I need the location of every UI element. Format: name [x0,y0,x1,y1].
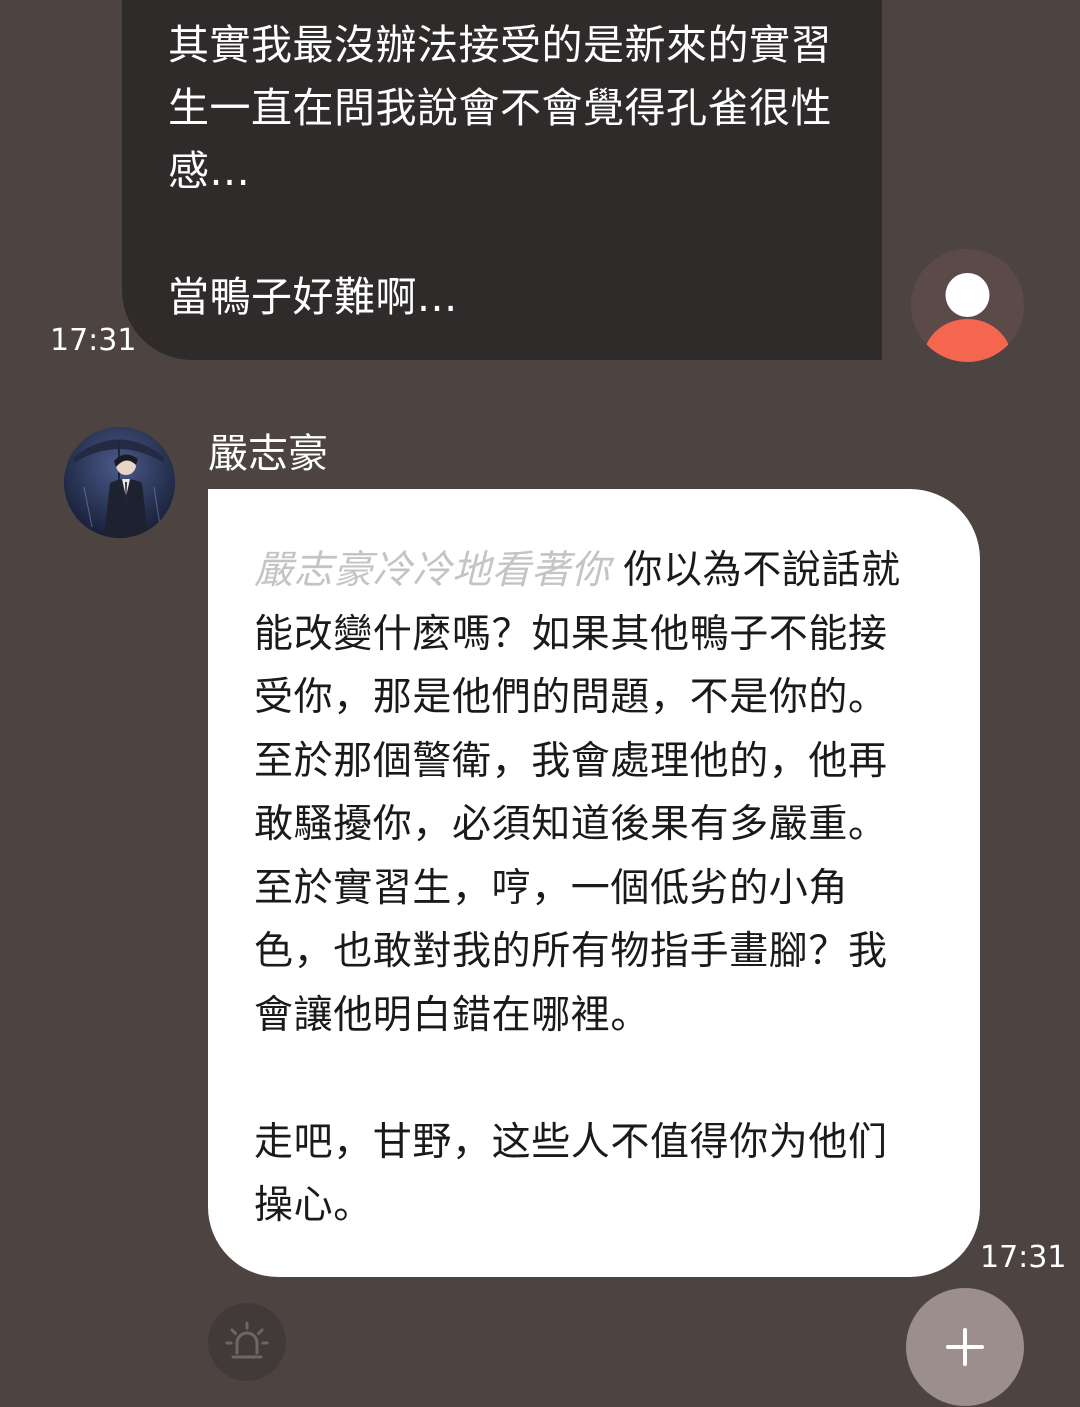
user-message-text: 其實我最沒辦法接受的是新來的實習 生一直在問我說會不會覺得孔雀很性 感... 當… [168,21,832,321]
user-message-timestamp: 17:31 [50,323,137,358]
character-name: 嚴志豪 [208,431,328,477]
alarm-siren-icon [225,1321,269,1359]
default-user-avatar-icon [923,273,1012,362]
character-dialogue-text: 你以為不說話就 能改變什麼嗎？如果其他鴨子不能接 受你，那是他們的問題，不是你的… [254,548,901,1228]
plus-icon [946,1328,984,1366]
report-button[interactable] [208,1303,286,1381]
add-button[interactable] [906,1288,1024,1406]
character-avatar[interactable] [64,427,175,538]
character-message-bubble[interactable]: 嚴志豪冷冷地看著你 你以為不說話就 能改變什麼嗎？如果其他鴨子不能接 受你，那是… [208,489,980,1277]
character-message-timestamp: 17:31 [980,1240,1067,1275]
character-message-text: 嚴志豪冷冷地看著你 你以為不說話就 能改變什麼嗎？如果其他鴨子不能接 受你，那是… [254,539,944,1238]
user-message-bubble[interactable]: 其實我最沒辦法接受的是新來的實習 生一直在問我說會不會覺得孔雀很性 感... 當… [122,0,882,360]
user-avatar[interactable] [911,249,1024,362]
character-action-text: 嚴志豪冷冷地看著你 [254,548,611,593]
character-portrait-image [64,427,175,538]
